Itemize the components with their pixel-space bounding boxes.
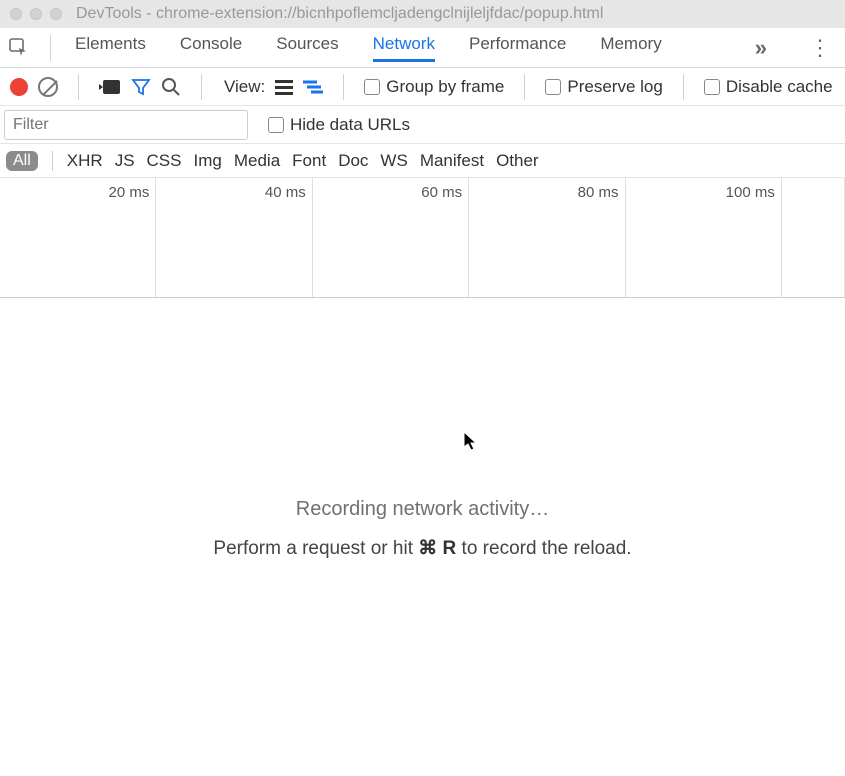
divider <box>52 151 53 171</box>
tick: 20 ms <box>109 184 150 201</box>
screenshot-icon[interactable] <box>99 79 121 95</box>
type-css[interactable]: CSS <box>147 151 182 171</box>
type-ws[interactable]: WS <box>380 151 407 171</box>
shortcut-key: ⌘ R <box>418 538 456 559</box>
kebab-menu-icon[interactable]: ⋮ <box>803 35 837 61</box>
overflow-tabs-icon[interactable]: » <box>747 35 775 61</box>
timeline-overview[interactable]: 20 ms 40 ms 60 ms 80 ms 100 ms <box>0 178 845 298</box>
traffic-lights <box>10 8 62 20</box>
type-js[interactable]: JS <box>115 151 135 171</box>
divider <box>343 74 344 100</box>
hide-data-urls-checkbox[interactable]: Hide data URLs <box>268 115 410 135</box>
divider <box>683 74 684 100</box>
group-by-frame-checkbox[interactable]: Group by frame <box>364 77 504 97</box>
large-rows-icon[interactable] <box>275 79 293 95</box>
tab-sources[interactable]: Sources <box>276 34 338 62</box>
zoom-dot[interactable] <box>50 8 62 20</box>
empty-instructions: Perform a request or hit ⌘ R to record t… <box>213 537 631 560</box>
view-label: View: <box>224 77 265 97</box>
window-title-bar: DevTools - chrome-extension://bicnhpofle… <box>0 0 845 28</box>
preserve-log-checkbox[interactable]: Preserve log <box>545 77 662 97</box>
type-manifest[interactable]: Manifest <box>420 151 484 171</box>
window-title: DevTools - chrome-extension://bicnhpofle… <box>76 5 603 23</box>
type-other[interactable]: Other <box>496 151 539 171</box>
mouse-cursor-icon <box>464 432 478 452</box>
type-img[interactable]: Img <box>194 151 222 171</box>
divider <box>78 74 79 100</box>
close-dot[interactable] <box>10 8 22 20</box>
type-all[interactable]: All <box>6 151 38 171</box>
panel-tabs: Elements Console Sources Network Perform… <box>75 34 662 62</box>
minimize-dot[interactable] <box>30 8 42 20</box>
divider <box>50 35 51 61</box>
network-toolbar: View: Group by frame Preserve log Disabl… <box>0 68 845 106</box>
tab-memory[interactable]: Memory <box>600 34 661 62</box>
tab-elements[interactable]: Elements <box>75 34 146 62</box>
type-xhr[interactable]: XHR <box>67 151 103 171</box>
element-picker-icon[interactable] <box>8 37 30 59</box>
type-media[interactable]: Media <box>234 151 280 171</box>
tick: 80 ms <box>578 184 619 201</box>
tick: 60 ms <box>421 184 462 201</box>
type-doc[interactable]: Doc <box>338 151 368 171</box>
clear-button[interactable] <box>38 77 58 97</box>
tab-performance[interactable]: Performance <box>469 34 566 62</box>
search-icon[interactable] <box>161 77 181 97</box>
type-filter-row: All XHR JS CSS Img Media Font Doc WS Man… <box>0 144 845 178</box>
divider <box>201 74 202 100</box>
tab-console[interactable]: Console <box>180 34 242 62</box>
panel-tab-bar: Elements Console Sources Network Perform… <box>0 28 845 68</box>
record-button[interactable] <box>10 78 28 96</box>
disable-cache-checkbox[interactable]: Disable cache <box>704 77 833 97</box>
empty-heading: Recording network activity… <box>296 498 549 521</box>
filter-funnel-icon[interactable] <box>131 77 151 97</box>
tab-network[interactable]: Network <box>373 34 435 62</box>
type-font[interactable]: Font <box>292 151 326 171</box>
tick: 40 ms <box>265 184 306 201</box>
divider <box>524 74 525 100</box>
waterfall-view-icon[interactable] <box>303 79 323 95</box>
filter-row: Hide data URLs <box>0 106 845 144</box>
tick: 100 ms <box>726 184 775 201</box>
empty-state: Recording network activity… Perform a re… <box>0 498 845 560</box>
filter-input[interactable] <box>4 110 248 140</box>
